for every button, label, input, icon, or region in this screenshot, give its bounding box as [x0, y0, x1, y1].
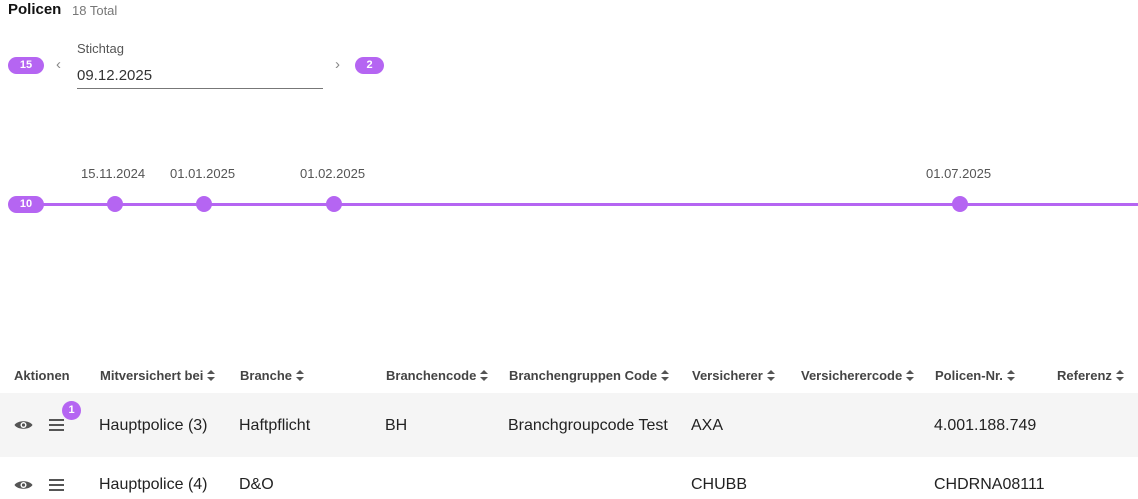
column-header-label: Aktionen — [14, 368, 70, 383]
chevron-right-icon[interactable]: › — [335, 57, 340, 72]
timeline-line — [24, 203, 1138, 206]
timeline-dot[interactable] — [196, 196, 212, 212]
column-header-policen-nr[interactable]: Policen-Nr. — [935, 368, 1015, 383]
cell-branchengruppen-code: Branchgroupcode Test — [508, 417, 668, 434]
timeline-dot[interactable] — [952, 196, 968, 212]
timeline-date-label: 01.07.2025 — [926, 166, 992, 181]
sort-arrows-icon — [480, 370, 489, 381]
eye-icon[interactable] — [14, 419, 33, 431]
column-header-mitversichert[interactable]: Mitversichert bei — [100, 368, 216, 383]
stichtag-date-input[interactable] — [77, 63, 323, 89]
timeline-dot[interactable] — [107, 196, 123, 212]
sort-arrows-icon — [661, 370, 670, 381]
column-header-label: Branchengruppen Code — [509, 368, 658, 383]
timeline-date-label: 15.11.2024 — [81, 166, 146, 181]
sort-arrows-icon — [1006, 370, 1015, 381]
timeline-start-count-badge[interactable]: 10 — [8, 196, 44, 213]
cell-versicherer: CHUBB — [691, 476, 748, 493]
timeline-date-label: 01.02.2025 — [300, 166, 366, 181]
eye-icon[interactable] — [14, 479, 33, 491]
total-count: 18 Total — [72, 3, 118, 18]
column-header-branchencode[interactable]: Branchencode — [386, 368, 489, 383]
column-header-versicherer[interactable]: Versicherer — [692, 368, 775, 383]
column-header-label: Branchencode — [386, 368, 477, 383]
table-row: 1 Hauptpolice (3) Haftpflicht BH Branchg… — [0, 393, 1138, 457]
chevron-left-icon[interactable]: ‹ — [56, 57, 61, 72]
cell-policen-nr: CHDRNA08111 — [934, 476, 1045, 493]
page-title: Policen — [8, 1, 62, 18]
timeline-date-label: 01.01.2025 — [170, 166, 236, 181]
cell-policen-nr: 4.001.188.749 — [934, 417, 1037, 434]
cell-mitversichert: Hauptpolice (3) — [99, 417, 208, 434]
hamburger-menu-icon[interactable] — [49, 479, 64, 491]
hamburger-menu-icon[interactable] — [49, 419, 64, 431]
cell-branche: D&O — [239, 476, 274, 493]
column-header-label: Versicherercode — [801, 368, 903, 383]
next-count-badge[interactable]: 2 — [355, 57, 384, 74]
cell-branche: Haftpflicht — [239, 417, 311, 434]
column-header-branchengruppen-code[interactable]: Branchengruppen Code — [509, 368, 670, 383]
sort-arrows-icon — [906, 370, 915, 381]
cell-versicherer: AXA — [691, 417, 724, 434]
stichtag-label: Stichtag — [77, 41, 124, 56]
sort-arrows-icon — [1115, 370, 1124, 381]
column-header-label: Referenz — [1057, 368, 1112, 383]
timeline-dot[interactable] — [326, 196, 342, 212]
column-header-label: Versicherer — [692, 368, 763, 383]
column-header-referenz[interactable]: Referenz — [1057, 368, 1124, 383]
cell-branchencode: BH — [385, 417, 408, 434]
column-header-versicherercode[interactable]: Versicherercode — [801, 368, 915, 383]
column-header-label: Policen-Nr. — [935, 368, 1003, 383]
cell-mitversichert: Hauptpolice (4) — [99, 476, 208, 493]
notification-badge: 1 — [62, 401, 81, 420]
column-header-label: Mitversichert bei — [100, 368, 204, 383]
previous-count-badge[interactable]: 15 — [8, 57, 44, 74]
column-header-label: Branche — [240, 368, 293, 383]
sort-arrows-icon — [207, 370, 216, 381]
column-header-aktionen: Aktionen — [14, 368, 70, 383]
sort-arrows-icon — [766, 370, 775, 381]
column-header-branche[interactable]: Branche — [240, 368, 305, 383]
table-row: Hauptpolice (4) D&O CHUBB CHDRNA08111 — [0, 457, 1138, 499]
sort-arrows-icon — [296, 370, 305, 381]
